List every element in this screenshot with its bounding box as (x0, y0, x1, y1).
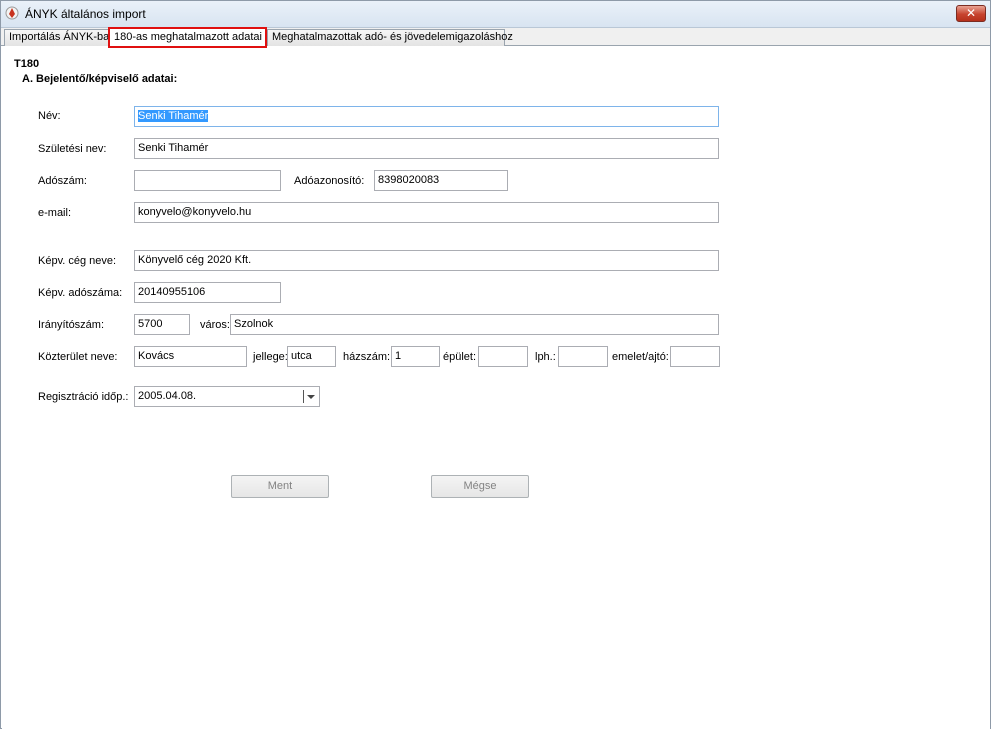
lph-label: lph.: (535, 351, 556, 363)
section-code: T180 (14, 58, 40, 70)
kepv-adoszama-label: Képv. adószáma: (38, 287, 123, 299)
tab-import-anyk[interactable]: Importálás ÁNYK-ba (4, 29, 109, 46)
adoszam-label: Adószám: (38, 175, 87, 187)
email-input[interactable]: konyvelo@konyvelo.hu (134, 202, 719, 223)
iranyitoszam-input[interactable]: 5700 (134, 314, 190, 335)
hazszam-input[interactable]: 1 (391, 346, 440, 367)
nev-input[interactable]: Senki Tihamér (134, 106, 719, 127)
close-icon: ✕ (965, 6, 977, 20)
chevron-down-icon[interactable] (307, 395, 315, 399)
regisztracio-label: Regisztráció időp.: (38, 391, 129, 403)
tab-bar: Importálás ÁNYK-ba 180-as meghatalmazott… (1, 27, 990, 48)
emelet-ajto-label: emelet/ajtó: (612, 351, 669, 363)
kepv-adoszama-input[interactable]: 20140955106 (134, 282, 281, 303)
window-title: ÁNYK általános import (25, 7, 146, 21)
kozterulet-neve-label: Közterület neve: (38, 351, 118, 363)
tab-180-meghatalmazott[interactable]: 180-as meghatalmazott adatai (108, 27, 267, 48)
adoazonosito-input[interactable]: 8398020083 (374, 170, 508, 191)
nev-value: Senki Tihamér (138, 110, 209, 122)
jellege-label: jellege: (253, 351, 288, 363)
szuletesi-nev-input[interactable]: Senki Tihamér (134, 138, 719, 159)
iranyitoszam-label: Irányítószám: (38, 319, 105, 331)
epulet-label: épület: (443, 351, 477, 363)
szuletesi-nev-label: Születési nev: (38, 143, 107, 155)
cancel-button[interactable]: Mégse (431, 475, 529, 498)
combo-separator (303, 390, 304, 403)
section-title: A. Bejelentő/képviselő adatai: (22, 73, 178, 85)
email-label: e-mail: (38, 207, 72, 219)
lph-input[interactable] (558, 346, 608, 367)
hazszam-label: házszám: (343, 351, 391, 363)
title-bar: ÁNYK általános import ✕ (1, 1, 990, 28)
varos-input[interactable]: Szolnok (230, 314, 719, 335)
anyk-app-icon (5, 6, 19, 20)
save-button[interactable]: Ment (231, 475, 329, 498)
jellege-input[interactable]: utca (287, 346, 336, 367)
tab-meghatalmazottak-igazolas[interactable]: Meghatalmazottak adó- és jövedelemigazol… (267, 29, 513, 46)
kepv-ceg-neve-label: Képv. cég neve: (38, 255, 117, 267)
epulet-input[interactable] (478, 346, 528, 367)
emelet-ajto-input[interactable] (670, 346, 720, 367)
nev-label: Név: (38, 110, 61, 122)
form-panel: T180 A. Bejelentő/képviselő adatai: Név:… (2, 47, 990, 729)
regisztracio-date-select[interactable]: 2005.04.08. (134, 386, 320, 407)
app-window: ÁNYK általános import ✕ Importálás ÁNYK-… (0, 0, 991, 729)
varos-label: város: (200, 319, 230, 331)
kozterulet-neve-input[interactable]: Kovács (134, 346, 247, 367)
regisztracio-value: 2005.04.08. (138, 390, 197, 402)
kepv-ceg-neve-input[interactable]: Könyvelő cég 2020 Kft. (134, 250, 719, 271)
close-button[interactable]: ✕ (956, 5, 986, 22)
adoazonosito-label: Adóazonosító: (294, 175, 365, 187)
adoszam-input[interactable] (134, 170, 281, 191)
